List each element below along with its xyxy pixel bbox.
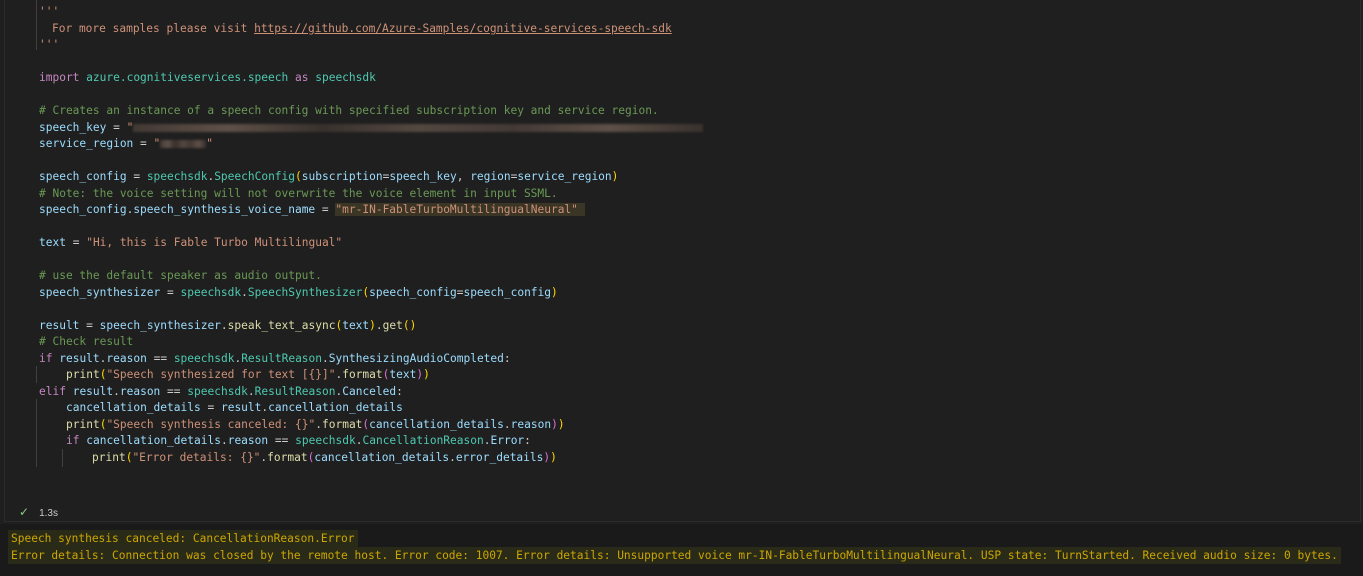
- docstring-close: ''': [39, 38, 60, 51]
- if-line: if cancellation_details.reason == speech…: [66, 434, 531, 447]
- check-icon: ✓: [19, 505, 30, 519]
- print-line: print("Speech synthesized for text [{}]"…: [66, 368, 430, 381]
- service-region-line: service_region = " ": [39, 137, 214, 150]
- print-line: print("Speech synthesis canceled: {}".fo…: [66, 418, 565, 431]
- execution-status: ✓ 1.3s: [19, 503, 58, 521]
- samples-link[interactable]: https://github.com/Azure-Samples/cogniti…: [254, 22, 672, 35]
- redacted-region: [160, 140, 207, 148]
- indent-guide: [36, 0, 37, 50]
- docstring-open: ''': [39, 5, 60, 18]
- output-line-1: Speech synthesis canceled: CancellationR…: [8, 530, 358, 547]
- import-line: import azure.cognitiveservices.speech as…: [39, 71, 376, 84]
- voice-name-line: speech_config.speech_synthesis_voice_nam…: [39, 202, 585, 219]
- elif-line: elif result.reason == speechsdk.ResultRe…: [39, 385, 403, 398]
- print-line: print("Error details: {}".format(cancell…: [92, 451, 557, 464]
- cancellation-line: cancellation_details = result.cancellati…: [66, 401, 403, 414]
- indent-guide: [62, 449, 63, 467]
- speech-key-line: speech_key = ": [39, 120, 704, 137]
- result-line: result = speech_synthesizer.speak_text_a…: [39, 319, 417, 332]
- text-line: text = "Hi, this is Fable Turbo Multilin…: [39, 236, 343, 249]
- notebook-code-cell[interactable]: ''' For more samples please visit https:…: [4, 0, 1361, 522]
- comment-line: # Note: the voice setting will not overw…: [39, 187, 558, 200]
- docstring-text-line: For more samples please visit https://gi…: [52, 22, 672, 35]
- voice-name-value: "mr-IN-FableTurboMultilingualNeural": [335, 203, 578, 216]
- speech-config-line: speech_config = speechsdk.SpeechConfig(s…: [39, 170, 619, 183]
- indent-guide: [36, 399, 37, 467]
- synthesizer-line: speech_synthesizer = speechsdk.SpeechSyn…: [39, 286, 558, 299]
- cell-output[interactable]: Speech synthesis canceled: CancellationR…: [0, 524, 1363, 576]
- redacted-key: [133, 124, 704, 132]
- execution-duration: 1.3s: [39, 508, 58, 519]
- comment-line: # Creates an instance of a speech config…: [39, 104, 659, 117]
- comment-line: # Check result: [39, 335, 134, 348]
- indent-guide: [36, 366, 37, 383]
- comment-line: # use the default speaker as audio outpu…: [39, 269, 322, 282]
- output-line-2: Error details: Connection was closed by …: [8, 547, 1341, 564]
- if-line: if result.reason == speechsdk.ResultReas…: [39, 352, 511, 365]
